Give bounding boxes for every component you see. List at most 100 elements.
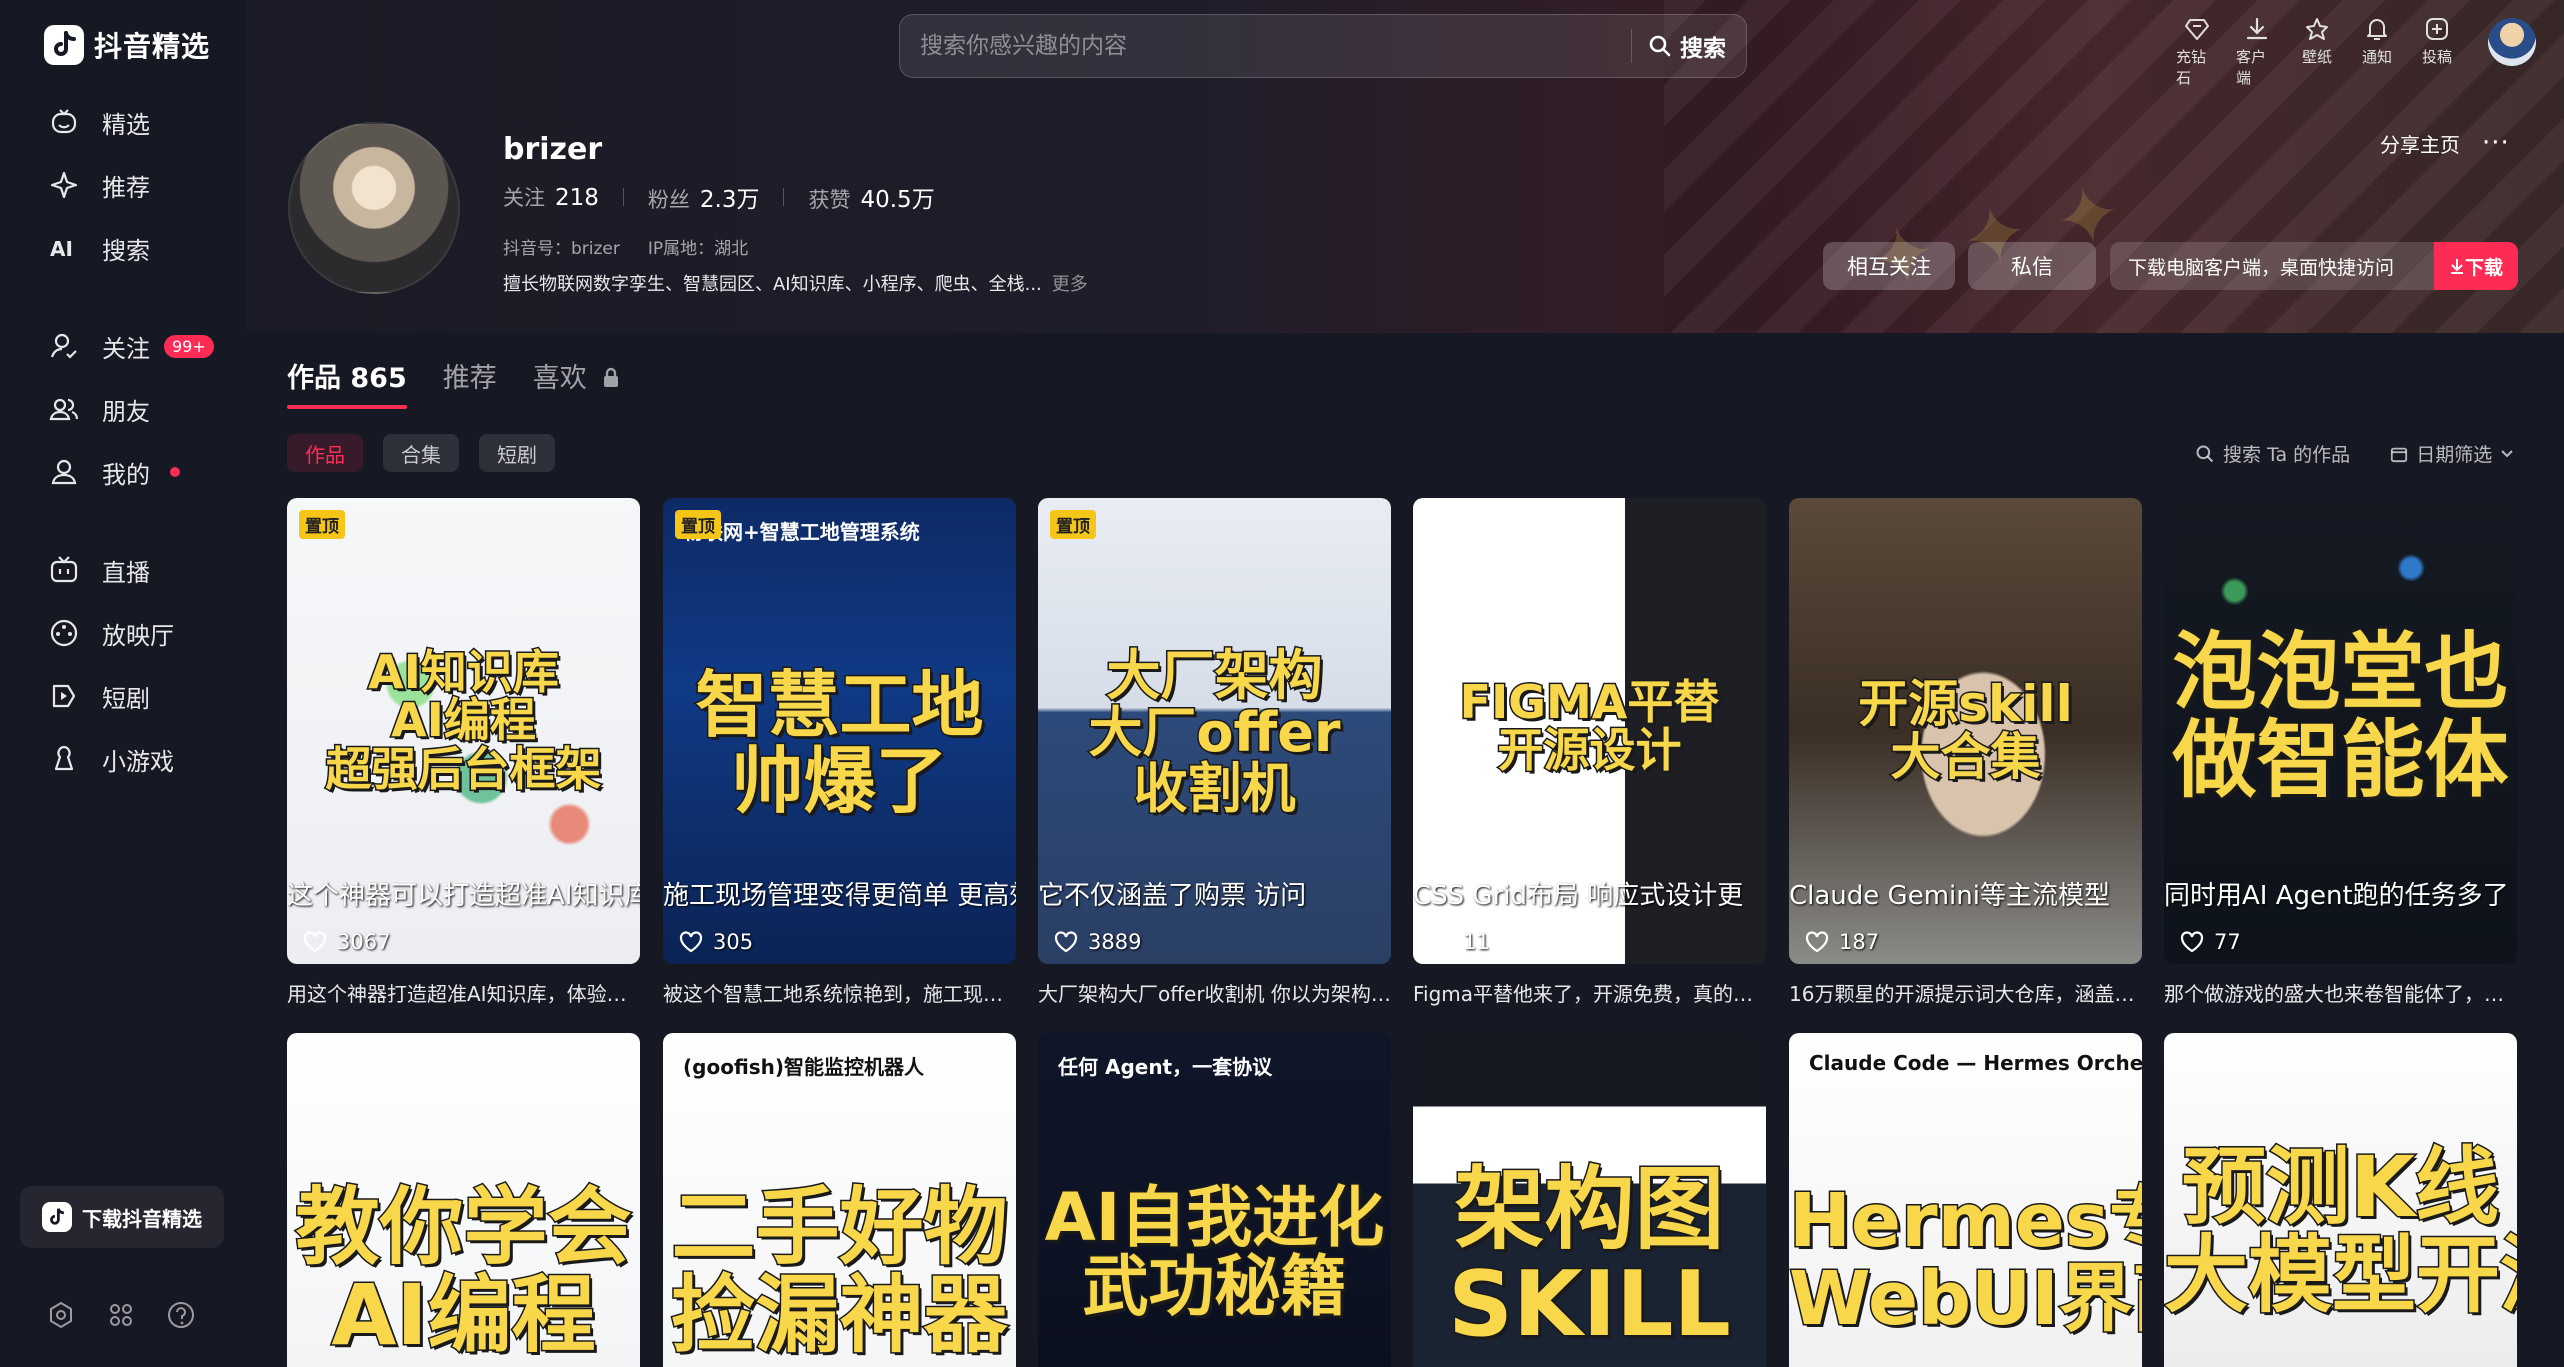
sidebar-item-shortdrama[interactable]: 短剧 [48,672,150,720]
video-card[interactable]: 预测K线大模型开源 [2164,1033,2517,1367]
video-caption[interactable]: Figma平替他来了，开源免费，真的太香了 [1413,978,1766,1007]
desktop-download-button[interactable]: 下载 [2434,242,2518,290]
video-card[interactable]: (goofish)智能监控机器人 二手好物 捡漏神器 [663,1033,1016,1367]
douyin-logo-icon [44,25,84,65]
tool-label: 壁纸 [2301,48,2332,66]
video-thumbnail[interactable]: 架构图 SKILL [1413,1033,1766,1367]
works-filters: 搜索 Ta 的作品 日期筛选 [2195,440,2514,467]
video-card[interactable]: FIGMA平替 开源设计 CSS Grid布局 响应式设计更 11 Figma平替他来了… [1413,498,1766,1007]
current-user-avatar[interactable] [2488,18,2536,66]
search-button[interactable]: 搜索 [1632,29,1746,63]
video-thumbnail[interactable]: (goofish)智能监控机器人 二手好物 捡漏神器 [663,1033,1016,1367]
video-card[interactable]: 置顶 大厂架构 大厂offer 收割机 它不仅涵盖了购票 访问 3889 大厂架构大厂off… [1038,498,1391,1007]
video-thumbnail[interactable]: 泡泡堂也 做智能体 同时用AI Agent跑的任务多了 77 [2164,498,2517,964]
video-thumbnail[interactable]: FIGMA平替 开源设计 CSS Grid布局 响应式设计更 11 [1413,498,1766,964]
profile-avatar[interactable] [288,122,460,294]
search-icon [1649,35,1671,57]
video-caption[interactable]: 用这个神器打造超准AI知识库，体验一下就知道有多强了 [287,978,640,1007]
film-icon [50,619,78,647]
video-card[interactable]: 泡泡堂也 做智能体 同时用AI Agent跑的任务多了 77 那个做游戏的盛大也来卷智能… [2164,498,2517,1007]
sidebar-item-search[interactable]: AI 搜索 [48,224,150,272]
video-caption[interactable]: 16万颗星的开源提示词大仓库，涵盖了主流模型 [1789,978,2142,1007]
sidebar-item-following[interactable]: 关注 99+ [48,322,214,370]
tab-works[interactable]: 作品 865 [287,356,407,409]
sidebar-item-friends[interactable]: 朋友 [48,385,150,433]
bio-more-link[interactable]: 更多 [1052,274,1088,295]
cover-title-text: FIGMA平替 开源设计 [1458,675,1721,778]
settings-icon[interactable] [46,1300,76,1330]
mutual-follow-button[interactable]: 相互关注 [1823,242,1955,290]
more-options-icon[interactable]: ··· [2482,128,2510,158]
video-card[interactable]: 开源skill 大合集 Claude Gemini等主流模型 187 16万颗星的开源提… [1789,498,2142,1007]
help-icon[interactable] [166,1300,196,1330]
sidebar-item-live[interactable]: 直播 [48,546,150,594]
bell-icon [2367,19,2387,40]
search-icon [2196,445,2214,462]
heart-icon [1805,931,1829,953]
video-thumbnail[interactable]: 预测K线大模型开源 [2164,1033,2517,1367]
download-app-button[interactable]: 下载抖音精选 [20,1186,224,1248]
recharge-diamond-button[interactable]: 充钻石 [2176,16,2218,88]
like-count: 305 [679,930,753,954]
subtab-collections[interactable]: 合集 [383,434,459,472]
video-card[interactable]: 物联网+智慧工地管理系统 置顶 智慧工地 帅爆了 施工现场管理变得更简单 更高效 305 被… [663,498,1016,1007]
video-thumbnail[interactable]: 教你学会 AI编程 [287,1033,640,1367]
app-logo[interactable]: 抖音精选 [44,22,210,68]
video-thumbnail[interactable]: 任何 Agent，一套协议 AI自我进化 武功秘籍 [1038,1033,1391,1367]
cover-title-text: 架构图 SKILL [1447,1157,1733,1357]
sidebar-item-label: 朋友 [102,397,150,426]
video-thumbnail[interactable]: Claude Code — Hermes Orchestration Guide… [1789,1033,2142,1367]
apps-grid-icon[interactable] [106,1300,136,1330]
tool-label: 客户端 [2236,48,2267,87]
header-toolbar: 充钻石 客户端 壁纸 通知 投稿 [2176,16,2458,88]
profile-name: brizer [503,132,603,167]
cover-title-text: 泡泡堂也 做智能体 [2171,623,2510,810]
followers-stat[interactable]: 粉丝 2.3万 [648,180,760,214]
video-thumbnail[interactable]: 置顶 AI知识库 AI编程 超强后台框架 这个神器可以打造超准AI知识库 3067 [287,498,640,964]
notifications-button[interactable]: 通知 [2356,16,2398,88]
search-works-button[interactable]: 搜索 Ta 的作品 [2195,440,2350,467]
pinned-badge: 置顶 [299,510,345,539]
video-caption[interactable]: 那个做游戏的盛大也来卷智能体了，你怎么看 [2164,978,2517,1007]
video-card[interactable]: 置顶 AI知识库 AI编程 超强后台框架 这个神器可以打造超准AI知识库 3067 用这个神… [287,498,640,1007]
sidebar: 抖音精选 精选 推荐 AI 搜索 关注 99+ 朋友 我的 直播 放映厅 短剧 [0,0,246,1363]
client-download-button[interactable]: 客户端 [2236,16,2278,88]
douyin-logo-icon [42,1202,72,1232]
sidebar-item-recommend[interactable]: 推荐 [48,161,150,209]
subtab-works[interactable]: 作品 [287,434,363,472]
upload-button[interactable]: 投稿 [2416,16,2458,88]
video-caption[interactable]: 被这个智慧工地系统惊艳到，施工现场管理变得更简单 [663,978,1016,1007]
sidebar-item-mine[interactable]: 我的 [48,448,180,496]
notification-badge: 99+ [164,334,214,358]
sidebar-item-featured[interactable]: 精选 [48,98,150,146]
sidebar-item-theater[interactable]: 放映厅 [48,609,174,657]
profile-stats: 关注 218 粉丝 2.3万 获赞 40.5万 [503,180,935,214]
cover-title-text: Hermes专属WebUI界面 [1789,1178,2142,1342]
message-button[interactable]: 私信 [1968,242,2096,290]
video-subtitle: 施工现场管理变得更简单 更高效 [663,881,1016,911]
sidebar-item-minigame[interactable]: 小游戏 [48,735,174,783]
heart-icon [2180,931,2204,953]
date-filter-dropdown[interactable]: 日期筛选 [2390,440,2514,467]
video-thumbnail[interactable]: 开源skill 大合集 Claude Gemini等主流模型 187 [1789,498,2142,964]
video-card[interactable]: Claude Code — Hermes Orchestration Guide… [1789,1033,2142,1367]
video-card[interactable]: 教你学会 AI编程 [287,1033,640,1367]
cover-title-text: 教你学会 AI编程 [294,1178,633,1365]
share-profile-button[interactable]: 分享主页 [2380,129,2460,158]
thumbnail-header-text: Claude Code — Hermes Orchestration Guide [1809,1051,2142,1075]
like-count: 77 [2180,930,2241,954]
video-thumbnail[interactable]: 物联网+智慧工地管理系统 置顶 智慧工地 帅爆了 施工现场管理变得更简单 更高效 305 [663,498,1016,964]
video-card[interactable]: 任何 Agent，一套协议 AI自我进化 武功秘籍 [1038,1033,1391,1367]
video-caption[interactable]: 大厂架构大厂offer收割机 你以为架构很难吗 [1038,978,1391,1007]
video-subtitle: CSS Grid布局 响应式设计更 [1413,881,1744,911]
tab-likes[interactable]: 喜欢 [533,356,622,395]
video-card[interactable]: 架构图 SKILL [1413,1033,1766,1367]
tab-recommend[interactable]: 推荐 [443,356,497,395]
search-button-label: 搜索 [1680,36,1726,62]
subtab-shortdrama[interactable]: 短剧 [479,434,555,472]
video-thumbnail[interactable]: 置顶 大厂架构 大厂offer 收割机 它不仅涵盖了购票 访问 3889 [1038,498,1391,964]
like-count: 3067 [303,930,390,954]
wallpaper-button[interactable]: 壁纸 [2296,16,2338,88]
search-input[interactable] [900,32,1631,60]
following-stat[interactable]: 关注 218 [503,182,599,212]
